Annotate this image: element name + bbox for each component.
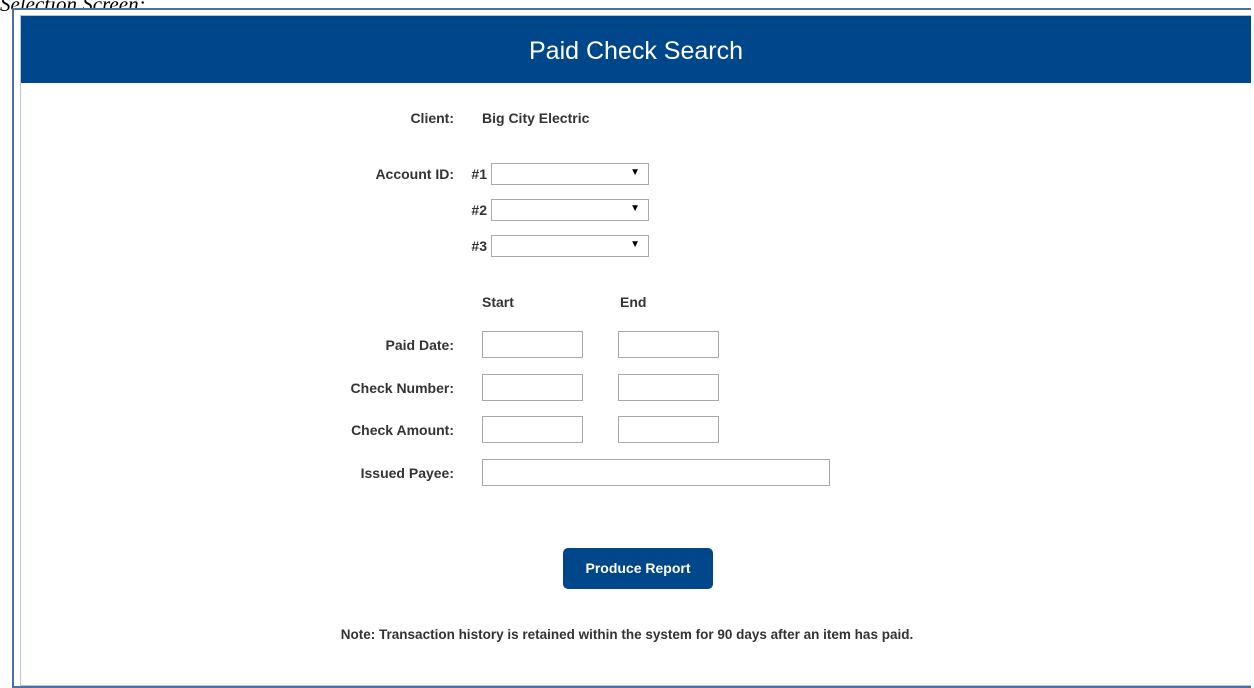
- account-id-select-1[interactable]: ▼: [491, 163, 649, 185]
- check-number-start-input[interactable]: [482, 374, 583, 401]
- client-label: Client:: [410, 110, 454, 126]
- issued-payee-input[interactable]: [482, 459, 830, 486]
- dropdown-arrow-icon: ▼: [630, 239, 640, 250]
- check-number-end-input[interactable]: [618, 374, 719, 401]
- start-column-header: Start: [482, 294, 514, 310]
- account-id-label: Account ID:: [375, 166, 454, 182]
- paid-date-start-input[interactable]: [482, 331, 583, 358]
- dropdown-arrow-icon: ▼: [630, 167, 640, 178]
- produce-report-button[interactable]: Produce Report: [563, 548, 713, 589]
- account-slot-1-label: #1: [471, 166, 487, 182]
- check-amount-end-input[interactable]: [618, 416, 719, 443]
- account-slot-2-label: #2: [471, 202, 487, 218]
- issued-payee-label: Issued Payee:: [360, 465, 454, 481]
- paid-date-end-input[interactable]: [618, 331, 719, 358]
- paid-date-label: Paid Date:: [385, 337, 454, 353]
- account-id-select-3[interactable]: ▼: [491, 235, 649, 257]
- check-number-label: Check Number:: [350, 380, 454, 396]
- client-value: Big City Electric: [482, 110, 590, 126]
- check-amount-label: Check Amount:: [351, 422, 454, 438]
- dropdown-arrow-icon: ▼: [630, 203, 640, 214]
- account-slot-3-label: #3: [471, 238, 487, 254]
- page-title: Paid Check Search: [21, 16, 1251, 83]
- check-amount-start-input[interactable]: [482, 416, 583, 443]
- end-column-header: End: [620, 294, 647, 310]
- account-id-select-2[interactable]: ▼: [491, 199, 649, 221]
- retention-note: Note: Transaction history is retained wi…: [340, 627, 914, 642]
